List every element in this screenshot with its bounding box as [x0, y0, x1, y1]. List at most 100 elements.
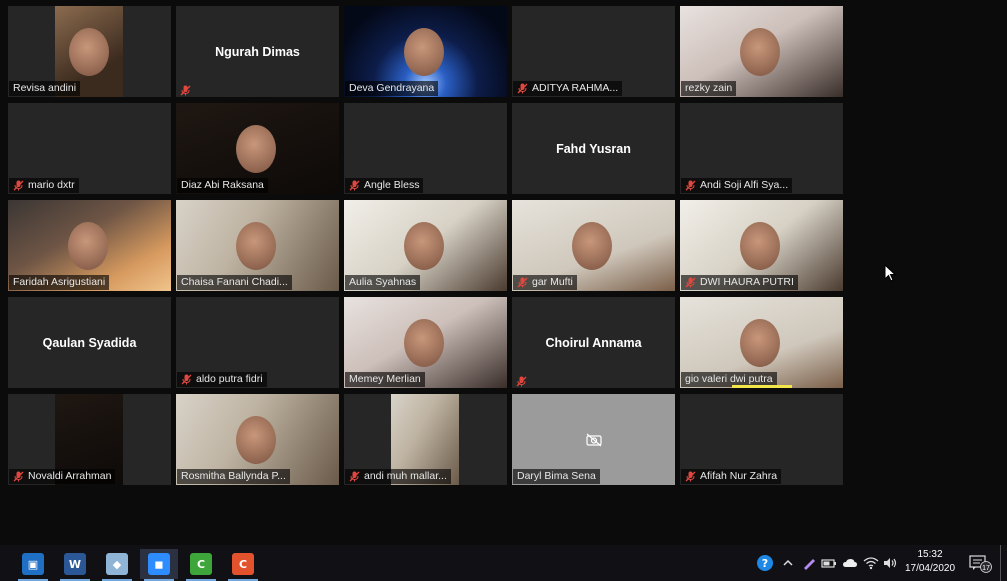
participant-tile[interactable]: Choirul Annama [512, 297, 675, 388]
participant-name-center: Qaulan Syadida [42, 335, 137, 350]
participant-tile[interactable]: gar Mufti [512, 200, 675, 291]
participant-face [69, 28, 109, 76]
participant-label: Angle Bless [345, 178, 424, 193]
taskbar-app-button[interactable]: ◆ [98, 549, 136, 581]
participant-tile[interactable]: Fahd Yusran [512, 103, 675, 194]
participant-tile[interactable]: Deva Gendrayana [344, 6, 507, 97]
camtasia-icon: C [190, 553, 212, 575]
participant-tile[interactable]: rezky zain [680, 6, 843, 97]
participant-tile[interactable]: mario dxtr [8, 103, 171, 194]
participant-tile[interactable]: Daryl Bima Sena [512, 394, 675, 485]
participant-tile[interactable]: andi muh mallar... [344, 394, 507, 485]
participant-label: Novaldi Arrahman [9, 469, 116, 484]
volume-icon[interactable] [880, 545, 900, 581]
clock-date: 17/04/2020 [904, 563, 956, 574]
mic-muted-icon [349, 471, 360, 482]
participant-name: Rosmitha Ballynda P... [181, 470, 286, 482]
taskbar-app-button[interactable]: C [182, 549, 220, 581]
participant-label: Deva Gendrayana [345, 81, 439, 96]
participant-name: Chaisa Fanani Chadi... [181, 276, 288, 288]
participant-tile[interactable]: Faridah Asrigustiani [8, 200, 171, 291]
participant-label: Memey Merlian [345, 372, 425, 387]
participant-name: ADITYA RAHMA... [532, 82, 619, 94]
participant-name: Novaldi Arrahman [28, 470, 112, 482]
participant-label: andi muh mallar... [345, 469, 451, 484]
windows-taskbar: ▣ W ◆ ◼ C C ? 15:32 17/04/2020 17 [0, 545, 1007, 581]
participant-tile[interactable]: Revisa andini [8, 6, 171, 97]
participant-face [740, 319, 780, 367]
zoom-gallery-view: Revisa andini Ngurah Dimas Deva Gendrayana… [0, 0, 1007, 545]
participant-label: aldo putra fidri [177, 372, 267, 387]
participant-label: Rosmitha Ballynda P... [177, 469, 290, 484]
participant-face [236, 222, 276, 270]
participant-face [68, 222, 108, 270]
taskbar-app-button[interactable]: ◼ [140, 549, 178, 581]
participant-label: Revisa andini [9, 81, 81, 96]
participant-tile[interactable]: DWI HAURA PUTRI [680, 200, 843, 291]
participant-face [404, 222, 444, 270]
participant-name: DWI HAURA PUTRI [700, 276, 794, 288]
participant-face [740, 222, 780, 270]
participant-tile[interactable]: gio valeri dwi putra [680, 297, 843, 388]
participant-name: Aulia Syahnas [349, 276, 417, 288]
mic-muted-icon [13, 180, 24, 191]
participant-name: aldo putra fidri [196, 373, 263, 385]
virtualbox-icon: ▣ [22, 553, 44, 575]
mic-muted-icon [517, 83, 528, 94]
mic-muted-icon [349, 180, 360, 191]
participant-label: Aulia Syahnas [345, 275, 421, 290]
participant-name: Afifah Nur Zahra [700, 470, 778, 482]
speaking-indicator [732, 385, 792, 388]
svg-text:?: ? [762, 557, 768, 570]
participant-label: Faridah Asrigustiani [9, 275, 110, 290]
participant-tile[interactable]: Andi Soji Alfi Sya... [680, 103, 843, 194]
battery-icon[interactable] [819, 545, 839, 581]
participant-label: mario dxtr [9, 178, 79, 193]
participant-label: Afifah Nur Zahra [681, 469, 782, 484]
participant-label: ADITYA RAHMA... [513, 81, 623, 96]
mic-muted-icon [180, 83, 191, 96]
participant-name: gar Mufti [532, 276, 573, 288]
participant-label: Chaisa Fanani Chadi... [177, 275, 292, 290]
participant-face [404, 28, 444, 76]
mic-muted-icon [516, 374, 527, 387]
participant-tile[interactable]: Afifah Nur Zahra [680, 394, 843, 485]
participant-grid: Revisa andini Ngurah Dimas Deva Gendrayana… [8, 6, 843, 485]
participant-name: mario dxtr [28, 179, 75, 191]
participant-tile[interactable]: Diaz Abi Raksana [176, 103, 339, 194]
participant-name: rezky zain [685, 82, 733, 94]
cloud-icon[interactable] [840, 545, 860, 581]
pen-icon[interactable] [799, 545, 819, 581]
participant-label: gar Mufti [513, 275, 577, 290]
participant-tile[interactable]: Rosmitha Ballynda P... [176, 394, 339, 485]
participant-tile[interactable]: Memey Merlian [344, 297, 507, 388]
help-icon[interactable]: ? [754, 545, 776, 581]
notification-count: 17 [982, 565, 990, 572]
participant-label: Andi Soji Alfi Sya... [681, 178, 793, 193]
mouse-cursor-icon [884, 264, 896, 282]
participant-tile[interactable]: Ngurah Dimas [176, 6, 339, 97]
participant-tile[interactable]: Aulia Syahnas [344, 200, 507, 291]
wifi-icon[interactable] [861, 545, 881, 581]
mic-muted-icon [181, 374, 192, 385]
show-desktop-button[interactable] [1000, 545, 1007, 581]
participant-tile[interactable]: Qaulan Syadida [8, 297, 171, 388]
taskbar-clock[interactable]: 15:32 17/04/2020 [900, 548, 960, 576]
participant-name: Revisa andini [13, 82, 77, 94]
taskbar-app-button[interactable]: W [56, 549, 94, 581]
participant-tile[interactable]: Angle Bless [344, 103, 507, 194]
present-icon: C [232, 553, 254, 575]
participant-name-center: Ngurah Dimas [215, 44, 300, 59]
participant-tile[interactable]: Chaisa Fanani Chadi... [176, 200, 339, 291]
taskbar-app-button[interactable]: ▣ [14, 549, 52, 581]
participant-face [572, 222, 612, 270]
participant-tile[interactable]: Novaldi Arrahman [8, 394, 171, 485]
participant-name: Diaz Abi Raksana [181, 179, 264, 191]
participant-name: Faridah Asrigustiani [13, 276, 106, 288]
participant-tile[interactable]: ADITYA RAHMA... [512, 6, 675, 97]
notification-center-icon[interactable]: 17 [966, 545, 994, 581]
taskbar-app-button[interactable]: C [224, 549, 262, 581]
chevron-up-icon[interactable] [778, 545, 798, 581]
participant-name: Andi Soji Alfi Sya... [700, 179, 789, 191]
participant-tile[interactable]: aldo putra fidri [176, 297, 339, 388]
